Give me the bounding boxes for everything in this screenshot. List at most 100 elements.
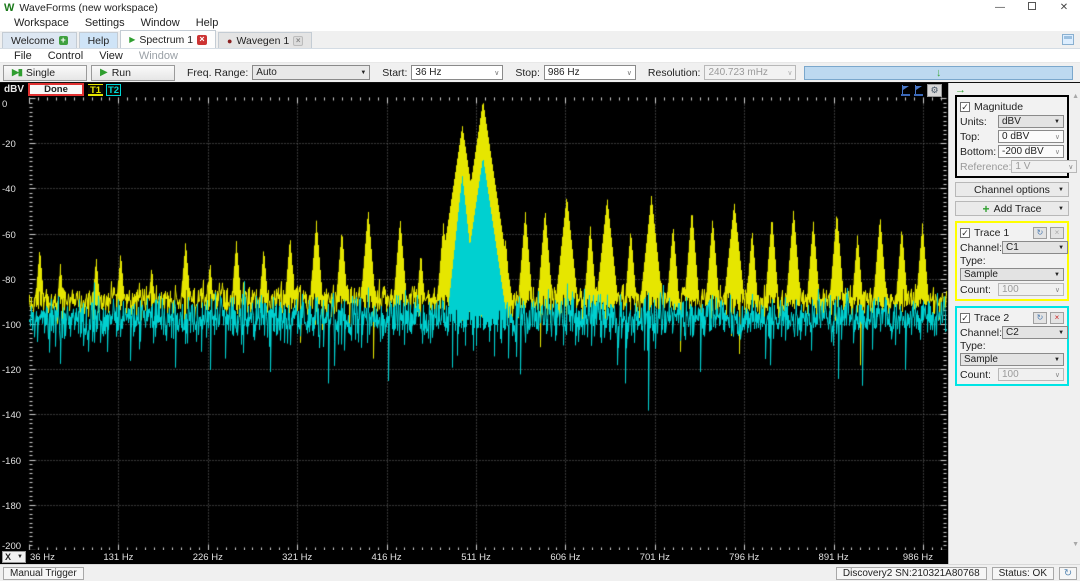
reference-value: 1 V (1015, 161, 1030, 172)
acquisition-status-button[interactable]: Done (28, 83, 84, 96)
close-button[interactable]: ✕ (1048, 2, 1080, 13)
trace1-channel-value: C1 (1006, 242, 1019, 253)
close-tab-icon[interactable]: × (197, 35, 207, 45)
trace1-channel-select[interactable]: C1 ▼ (1002, 241, 1068, 254)
scroll-down-icon[interactable]: ▼ (1072, 541, 1079, 548)
trace2-channel-select[interactable]: C2 ▼ (1002, 326, 1068, 339)
tab-wavegen-label: Wavegen 1 (236, 35, 289, 47)
device-manager-icon[interactable]: ↻ (1059, 567, 1077, 580)
scroll-up-icon[interactable]: ▲ (1072, 93, 1079, 100)
menu-window[interactable]: Window (133, 17, 188, 29)
acquisition-toolbar: ▶▮ Single ▶ Run Freq. Range: Auto ▼ Star… (0, 63, 1080, 83)
bottom-combobox[interactable]: -200 dBV ∨ (998, 145, 1064, 158)
single-button[interactable]: ▶▮ Single (3, 65, 87, 81)
trace2-title: Trace 2 (974, 312, 1030, 324)
trace1-type-select[interactable]: Sample ▼ (960, 268, 1064, 281)
trace1-options-icon[interactable]: ↻ (1033, 227, 1047, 239)
status-ok-badge[interactable]: Status: OK (992, 567, 1054, 580)
trace2-type-select[interactable]: Sample ▼ (960, 353, 1064, 366)
menu-control[interactable]: Control (40, 50, 91, 62)
bottom-row: Bottom: -200 dBV ∨ (960, 144, 1064, 159)
trace1-groupbox: ✓ Trace 1 ↻ × Channel: C1 ▼ Type: (955, 221, 1069, 301)
channel-label: Channel: (960, 242, 1002, 254)
menu-view[interactable]: View (91, 50, 131, 62)
tab-spectrum-1[interactable]: ▶ Spectrum 1 × (120, 30, 216, 48)
trace2-header-row: ✓ Trace 2 ↻ × (960, 310, 1064, 325)
x-axis-button-label: X (5, 552, 11, 562)
magnitude-checkbox[interactable]: ✓ (960, 102, 970, 112)
trace1-checkbox[interactable]: ✓ (960, 228, 970, 238)
magnitude-groupbox: ✓ Magnitude Units: dBV ▼ Top: 0 dBV (955, 95, 1069, 178)
dropdown-arrow-icon: ▼ (17, 554, 23, 560)
freq-range-label: Freq. Range: (187, 67, 248, 79)
channel-options-label: Channel options (974, 184, 1050, 196)
run-button[interactable]: ▶ Run (91, 65, 175, 81)
x-tick-label: 511 Hz (454, 552, 498, 563)
trace2-type-value: Sample (964, 354, 998, 365)
y-cursors-icon[interactable] (914, 85, 924, 96)
stop-combobox[interactable]: 986 Hz ∨ (544, 65, 636, 80)
trace2-channel-value: C2 (1006, 327, 1019, 338)
x-tick-label: 701 Hz (633, 552, 677, 563)
manual-trigger-button[interactable]: Manual Trigger (3, 567, 84, 580)
menu-workspace[interactable]: Workspace (6, 17, 77, 29)
channel-options-button[interactable]: Channel options ▼ (955, 182, 1069, 197)
main-menubar: Workspace Settings Window Help (0, 15, 1080, 31)
trace2-toggle-button[interactable]: T2 (106, 84, 121, 96)
trace1-toggle-button[interactable]: T1 (88, 84, 103, 96)
single-label: Single (26, 67, 55, 79)
plot-settings-button[interactable]: ⚙ (927, 84, 942, 97)
x-tick-label: 606 Hz (543, 552, 587, 563)
trace2-close-button[interactable]: × (1050, 312, 1064, 324)
minimize-button[interactable]: — (984, 2, 1016, 13)
resolution-combobox: 240.723 mHz ∨ (704, 65, 796, 80)
status-bar: Manual Trigger Discovery2 SN:210321A8076… (0, 564, 1080, 581)
trace2-options-icon[interactable]: ↻ (1033, 312, 1047, 324)
y-tick-label: -140 (2, 410, 21, 421)
dropdown-arrow-icon: ▼ (1058, 245, 1064, 251)
plot-header-icons: ⚙ (901, 84, 942, 97)
tab-help[interactable]: Help (79, 32, 119, 48)
trace2-type-label-row: Type: (960, 340, 1064, 352)
stop-value: 986 Hz (548, 67, 580, 78)
start-combobox[interactable]: 36 Hz ∨ (411, 65, 503, 80)
y-tick-label: 0 (2, 99, 7, 110)
x-axis-scale-button[interactable]: X ▼ (2, 551, 26, 563)
units-select[interactable]: dBV ▼ (998, 115, 1064, 128)
menu-file[interactable]: File (6, 50, 40, 62)
channel-label: Channel: (960, 327, 1002, 339)
menu-help[interactable]: Help (188, 17, 227, 29)
y-tick-label: -160 (2, 456, 21, 467)
float-window-icon[interactable] (1062, 34, 1074, 45)
bottom-value: -200 dBV (1002, 146, 1044, 157)
spectrum-plot-canvas[interactable] (0, 97, 948, 551)
tab-wavegen-1[interactable]: ● Wavegen 1 × (218, 32, 312, 48)
device-info-badge[interactable]: Discovery2 SN:210321A80768 (836, 567, 987, 580)
dropdown-arrow-icon: ▼ (1054, 272, 1060, 278)
units-row: Units: dBV ▼ (960, 114, 1064, 129)
channel-settings-panel: → ▲ ▼ ✓ Magnitude Units: dBV ▼ (948, 83, 1080, 564)
y-tick-label: -60 (2, 230, 16, 241)
start-label: Start: (382, 67, 407, 79)
plus-icon[interactable]: + (59, 36, 68, 45)
trace2-checkbox[interactable]: ✓ (960, 313, 970, 323)
trace2-count-value: 100 (1002, 369, 1019, 380)
add-trace-button[interactable]: + Add Trace ▼ (955, 201, 1069, 216)
menu-window-2[interactable]: Window (131, 50, 186, 62)
tab-welcome[interactable]: Welcome + (2, 32, 77, 48)
x-cursors-icon[interactable] (901, 85, 911, 96)
x-tick-label: 131 Hz (96, 552, 140, 563)
freq-range-value: Auto (256, 67, 277, 78)
magnitude-title: Magnitude (974, 101, 1064, 113)
trace1-close-button[interactable]: × (1050, 227, 1064, 239)
tab-help-label: Help (88, 35, 110, 47)
top-row: Top: 0 dBV ∨ (960, 129, 1064, 144)
top-combobox[interactable]: 0 dBV ∨ (998, 130, 1064, 143)
freq-range-select[interactable]: Auto ▼ (252, 65, 370, 80)
restore-button[interactable] (1016, 2, 1048, 13)
plot-header: dBV Done T1 T2 ⚙ (0, 83, 948, 97)
close-tab-icon-gray[interactable]: × (293, 36, 303, 46)
reference-row: Reference: 1 V ∨ (960, 159, 1064, 174)
menu-settings[interactable]: Settings (77, 17, 133, 29)
trace2-channel-row: Channel: C2 ▼ (960, 325, 1064, 340)
